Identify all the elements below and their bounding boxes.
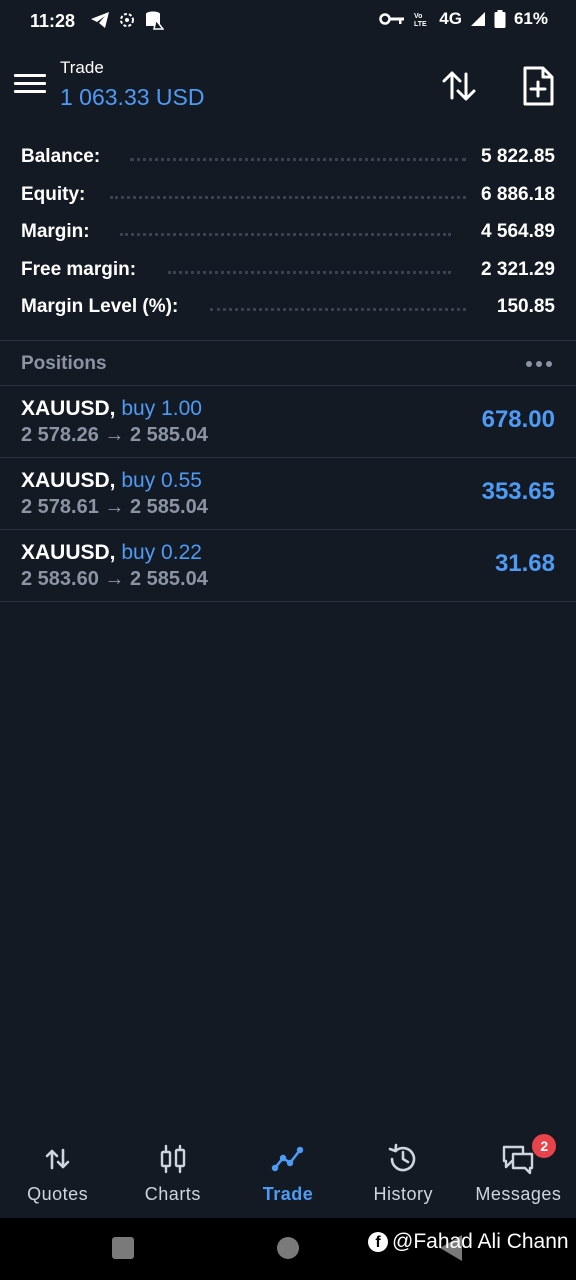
- divider: [0, 601, 576, 602]
- more-options-icon[interactable]: [524, 352, 554, 376]
- arrow-icon: →: [104, 568, 125, 590]
- cellular-data-icon: [146, 11, 164, 30]
- home-button[interactable]: [277, 1237, 299, 1259]
- nav-trade[interactable]: Trade: [230, 1134, 345, 1218]
- current-price: 2 585.04: [129, 496, 208, 518]
- messages-icon: [503, 1145, 534, 1175]
- position-row[interactable]: XAUUSD, buy 0.55 2 578.61 → 2 585.04 353…: [0, 458, 576, 529]
- watermark: f @Fahad Ali Chann: [368, 1230, 569, 1254]
- summary-value: 5 822.85: [473, 146, 555, 168]
- trade-icon: [271, 1146, 304, 1172]
- facebook-icon: f: [368, 1232, 388, 1252]
- nav-history[interactable]: History: [346, 1134, 461, 1218]
- telegram-icon: [91, 12, 109, 28]
- nav-label: Charts: [144, 1184, 201, 1204]
- battery-icon: [494, 10, 506, 28]
- unread-badge: 2: [532, 1134, 557, 1158]
- svg-text:LTE: LTE: [414, 21, 427, 28]
- settings-gear-icon: [120, 13, 134, 27]
- summary-row-margin-level: Margin Level (%): 150.85: [0, 288, 576, 326]
- nav-quotes[interactable]: Quotes: [0, 1134, 115, 1218]
- summary-row-free-margin: Free margin: 2 321.29: [0, 251, 576, 289]
- current-price: 2 585.04: [129, 568, 208, 590]
- position-side: buy 0.22: [121, 541, 202, 564]
- recents-button[interactable]: [112, 1237, 134, 1259]
- summary-label: Margin:: [21, 221, 98, 243]
- new-order-icon[interactable]: [516, 64, 560, 108]
- menu-icon[interactable]: [14, 70, 46, 98]
- summary-label: Free margin:: [21, 258, 145, 281]
- arrow-icon: →: [104, 424, 125, 446]
- position-profit: 353.65: [481, 478, 555, 505]
- signal-icon: [470, 12, 485, 26]
- bottom-navigation: Quotes Charts Trade History 2 Messages: [0, 1134, 576, 1218]
- summary-row-margin: Margin: 4 564.89: [0, 213, 576, 251]
- position-profit: 31.68: [494, 550, 555, 577]
- position-profit: 678.00: [481, 406, 555, 433]
- position-side: buy 0.55: [121, 469, 202, 492]
- nav-label: Messages: [475, 1184, 562, 1204]
- nav-messages[interactable]: 2 Messages: [461, 1134, 576, 1218]
- summary-value: 2 321.29: [473, 258, 555, 281]
- quotes-icon: [45, 1148, 69, 1170]
- account-summary: Balance: 5 822.85 Equity: 6 886.18 Margi…: [0, 138, 576, 326]
- position-row[interactable]: XAUUSD, buy 1.00 2 578.26 → 2 585.04 678…: [0, 386, 576, 457]
- summary-label: Margin Level (%):: [21, 296, 187, 318]
- status-time: 11:28: [30, 11, 76, 31]
- summary-label: Equity:: [21, 183, 94, 206]
- watermark-text: @Fahad Ali Chann: [392, 1230, 569, 1253]
- open-price: 2 583.60: [21, 568, 99, 590]
- nav-label: Quotes: [27, 1184, 89, 1204]
- account-balance-display: 1 063.33 USD: [60, 84, 205, 110]
- summary-value: 6 886.18: [473, 183, 555, 206]
- battery-level: 61%: [513, 9, 548, 28]
- summary-label: Balance:: [21, 146, 109, 168]
- history-icon: [388, 1143, 416, 1172]
- open-price: 2 578.26: [21, 424, 99, 446]
- position-symbol: XAUUSD,: [21, 397, 116, 420]
- position-row[interactable]: XAUUSD, buy 0.22 2 583.60 → 2 585.04 31.…: [0, 530, 576, 601]
- svg-text:Vo: Vo: [414, 13, 422, 20]
- page-title: Trade: [60, 58, 104, 77]
- top-bar: Trade 1 063.33 USD: [0, 52, 576, 120]
- summary-row-balance: Balance: 5 822.85: [0, 138, 576, 176]
- sort-icon[interactable]: [438, 64, 482, 108]
- nav-label: Trade: [262, 1184, 314, 1204]
- charts-icon: [160, 1144, 185, 1174]
- positions-title: Positions: [21, 353, 107, 374]
- positions-header: Positions: [0, 341, 576, 385]
- current-price: 2 585.04: [129, 424, 208, 446]
- summary-row-equity: Equity: 6 886.18: [0, 176, 576, 214]
- network-type: 4G: [439, 9, 462, 28]
- nav-charts[interactable]: Charts: [115, 1134, 230, 1218]
- position-symbol: XAUUSD,: [21, 541, 116, 564]
- summary-value: 4 564.89: [473, 221, 555, 243]
- arrow-icon: →: [104, 496, 125, 518]
- nav-label: History: [373, 1184, 433, 1204]
- volte-icon: VoLTE: [414, 13, 427, 28]
- status-bar: 11:28 Vo LTE 4G 61%: [0, 0, 576, 44]
- open-price: 2 578.61: [21, 496, 99, 518]
- position-side: buy 1.00: [121, 397, 202, 420]
- summary-value: 150.85: [488, 296, 555, 318]
- position-symbol: XAUUSD,: [21, 469, 116, 492]
- vpn-key-icon: [379, 13, 405, 25]
